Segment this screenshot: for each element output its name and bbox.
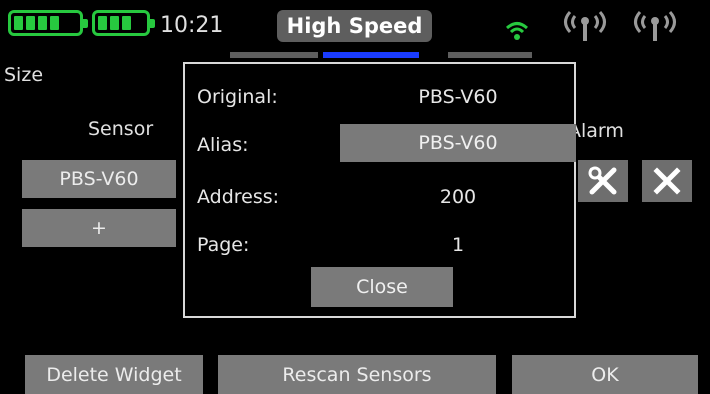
close-button[interactable]: Close — [311, 267, 453, 307]
address-value: 200 — [439, 186, 477, 208]
original-value: PBS-V60 — [418, 86, 498, 108]
ok-button[interactable]: OK — [512, 355, 698, 394]
wifi-icon — [505, 20, 529, 46]
sensor-info-dialog: Original: PBS-V60 Alias: PBS-V60 Address… — [183, 62, 576, 318]
flight-mode-badge: High Speed — [277, 10, 432, 42]
sensor-header: Sensor — [88, 118, 154, 140]
size-label: Size — [4, 64, 44, 86]
wrench-icon — [588, 166, 617, 195]
clock-time: 10:21 — [160, 13, 224, 38]
add-sensor-button[interactable]: + — [22, 209, 176, 247]
address-label: Address: — [197, 186, 280, 208]
tab-strip-active[interactable] — [323, 52, 419, 58]
alias-label: Alias: — [197, 134, 249, 156]
alarm-header: Alarm — [568, 120, 624, 142]
tab-strip-right — [448, 52, 532, 58]
antenna-icon — [558, 8, 612, 48]
sensor-select-button[interactable]: PBS-V60 — [22, 160, 176, 198]
page-value: 1 — [451, 234, 465, 256]
original-label: Original: — [197, 86, 278, 108]
battery-icon — [8, 10, 88, 36]
close-icon — [653, 167, 681, 195]
delete-widget-button[interactable]: Delete Widget — [25, 355, 203, 394]
battery-icon — [92, 10, 155, 36]
delete-alarm-button[interactable] — [642, 160, 692, 202]
antenna-icon — [628, 8, 682, 48]
tab-strip-left — [230, 52, 318, 58]
alias-input[interactable]: PBS-V60 — [340, 124, 576, 162]
page-label: Page: — [197, 234, 250, 256]
rescan-sensors-button[interactable]: Rescan Sensors — [218, 355, 496, 394]
wrench-button[interactable] — [578, 160, 628, 202]
